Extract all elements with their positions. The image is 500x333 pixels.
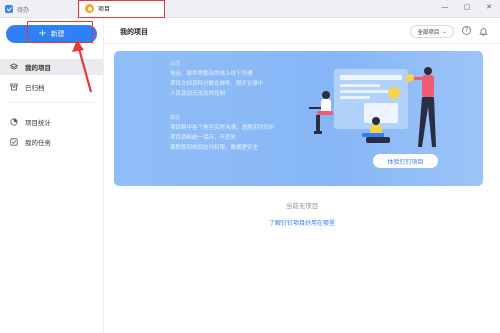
page-title: 我的项目 [120, 28, 148, 36]
help-icon[interactable]: ? [462, 26, 471, 35]
try-dingtalk-projects-button[interactable]: 体验钉钉项目 [373, 154, 438, 168]
archive-icon [10, 83, 18, 91]
project-filter-dropdown[interactable]: 全部项目 ⌄ [410, 25, 454, 38]
sidebar-item-my-tasks[interactable]: 我的任务 [0, 134, 103, 150]
banner-before-line: 人员变动无法及时控制 [170, 91, 226, 97]
window-controls: — ▢ ✕ [440, 3, 494, 11]
highlight-box-tab [78, 0, 165, 18]
layers-icon [10, 63, 18, 71]
banner-before-line: 电话、邮件等繁杂的线上线下沟通 [170, 71, 253, 77]
main-header: 我的项目 全部项目 ⌄ ? [104, 18, 500, 44]
maximize-icon[interactable]: ▢ [462, 3, 472, 11]
banner-now-line: 离职即刻收回访问权限，数据更安全 [170, 145, 259, 151]
todo-checkbox-icon [5, 5, 13, 13]
main-panel: 我的项目 全部项目 ⌄ ? 以前 电话、邮件等繁杂的线上线下沟通 项目文档资料分… [104, 18, 500, 333]
close-icon[interactable]: ✕ [484, 3, 494, 11]
banner-before-section: 以前 电话、邮件等繁杂的线上线下沟通 项目文档资料分散在邮件、聊天记录中 人员变… [170, 59, 264, 99]
sidebar: + 新建 我的项目 已归档 项目统计 我的任务 [0, 18, 104, 333]
intro-banner: 以前 电话、邮件等繁杂的线上线下沟通 项目文档资料分散在邮件、聊天记录中 人员变… [114, 51, 483, 186]
minimize-icon[interactable]: — [440, 3, 450, 11]
learn-more-link[interactable]: 了解钉钉项目好用在哪里 [104, 218, 500, 227]
title-bar: 待办 项目 — ▢ ✕ [0, 0, 500, 18]
banner-now-section: 现在 项目群中各个角色实时沟通，进展实时同步 项目资料统一保存，不丢失 离职即刻… [170, 113, 275, 153]
sidebar-item-archived[interactable]: 已归档 [0, 79, 103, 95]
banner-now-heading: 现在 [170, 115, 181, 121]
empty-state-text: 当前无项目 [285, 202, 319, 210]
tab-todo-label: 待办 [17, 6, 30, 14]
sidebar-divider [8, 102, 96, 103]
sidebar-item-label: 我的任务 [25, 139, 51, 147]
app-window: 待办 项目 — ▢ ✕ + 新建 我的项目 已归档 项目统计 我的任务 我的项目… [0, 0, 500, 333]
tab-todo[interactable]: 待办 [5, 0, 65, 18]
banner-now-line: 项目资料统一保存，不丢失 [170, 135, 237, 141]
banner-before-line: 项目文档资料分散在邮件、聊天记录中 [170, 81, 264, 87]
highlight-box-new [27, 21, 93, 43]
sidebar-item-my-projects[interactable]: 我的项目 [0, 59, 103, 75]
sidebar-item-project-stats[interactable]: 项目统计 [0, 114, 103, 130]
sidebar-item-label: 已归档 [25, 84, 45, 92]
banner-before-heading: 以前 [170, 61, 181, 67]
task-check-icon [10, 138, 18, 146]
sidebar-item-label: 我的项目 [25, 64, 51, 72]
teamwork-illustration [309, 67, 436, 147]
filter-label: 全部项目 [417, 29, 440, 36]
banner-now-line: 项目群中各个角色实时沟通，进展实时同步 [170, 125, 275, 131]
pie-chart-icon [10, 118, 18, 126]
chevron-down-icon: ⌄ [442, 28, 447, 35]
sidebar-item-label: 项目统计 [25, 119, 51, 127]
bell-icon[interactable] [478, 26, 488, 36]
